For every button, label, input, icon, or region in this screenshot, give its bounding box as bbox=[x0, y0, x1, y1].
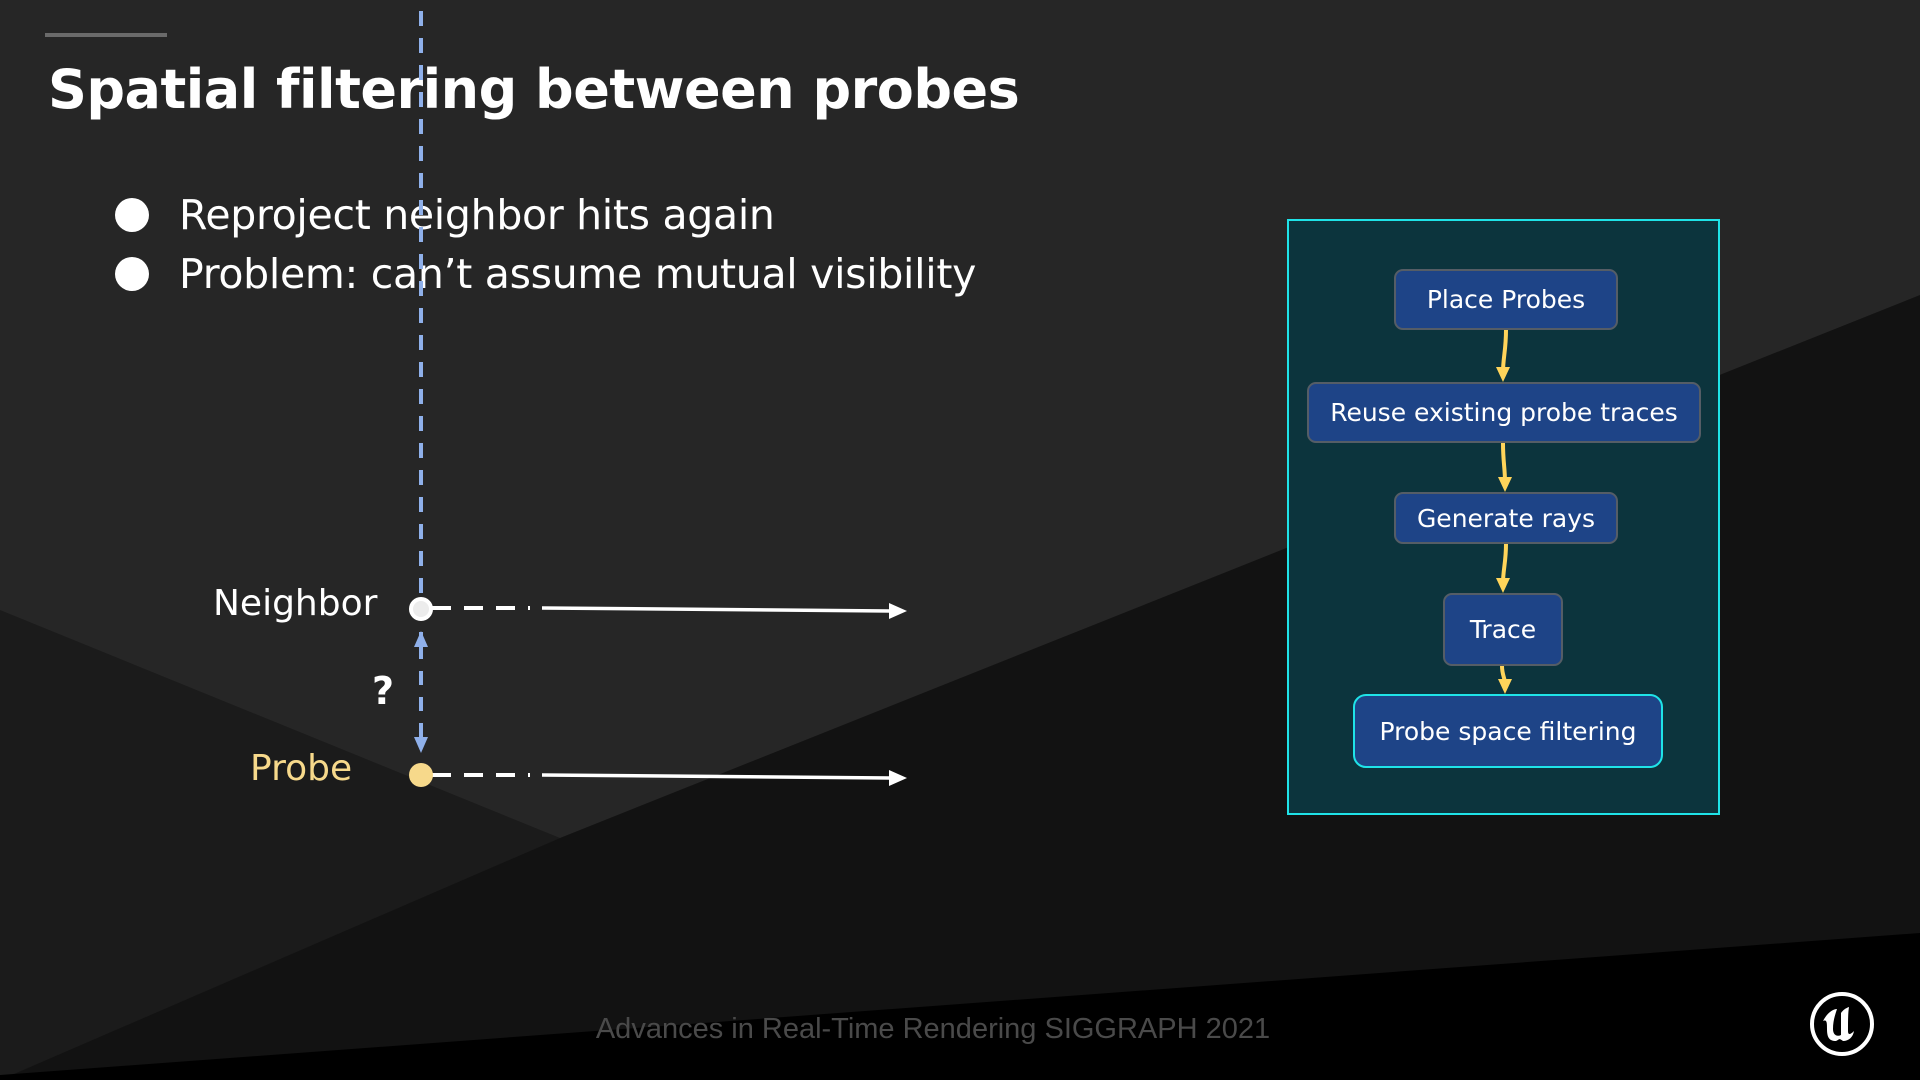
pipeline-edge bbox=[1501, 442, 1507, 483]
pipeline-edge bbox=[1501, 329, 1508, 373]
pipeline-node-label: Probe space filtering bbox=[1379, 716, 1637, 746]
pipeline-edge-arrowhead-icon bbox=[1498, 477, 1512, 492]
pipeline-edge-arrowhead-icon bbox=[1496, 578, 1510, 593]
pipeline-edge bbox=[1501, 543, 1508, 584]
pipeline-edge-arrowhead-icon bbox=[1496, 367, 1510, 382]
pipeline-edge-arrowhead-icon bbox=[1498, 679, 1512, 694]
pipeline-node-trace: Trace bbox=[1443, 593, 1563, 666]
pipeline-node-label: Reuse existing probe traces bbox=[1330, 398, 1678, 427]
unreal-engine-logo-icon bbox=[1810, 992, 1874, 1056]
pipeline-node-reuse-traces: Reuse existing probe traces bbox=[1307, 382, 1701, 443]
pipeline-edges bbox=[1496, 329, 1512, 694]
footer-text: Advances in Real-Time Rendering SIGGRAPH… bbox=[595, 1013, 1271, 1045]
pipeline-node-generate-rays: Generate rays bbox=[1394, 492, 1618, 544]
pipeline-node-label: Generate rays bbox=[1416, 503, 1596, 533]
pipeline-node-label: Trace bbox=[1469, 615, 1537, 644]
pipeline-node-label: Place Probes bbox=[1426, 285, 1586, 314]
pipeline-node-probe-space-filtering: Probe space filtering bbox=[1353, 694, 1663, 768]
pipeline-node-place-probes: Place Probes bbox=[1394, 269, 1618, 330]
